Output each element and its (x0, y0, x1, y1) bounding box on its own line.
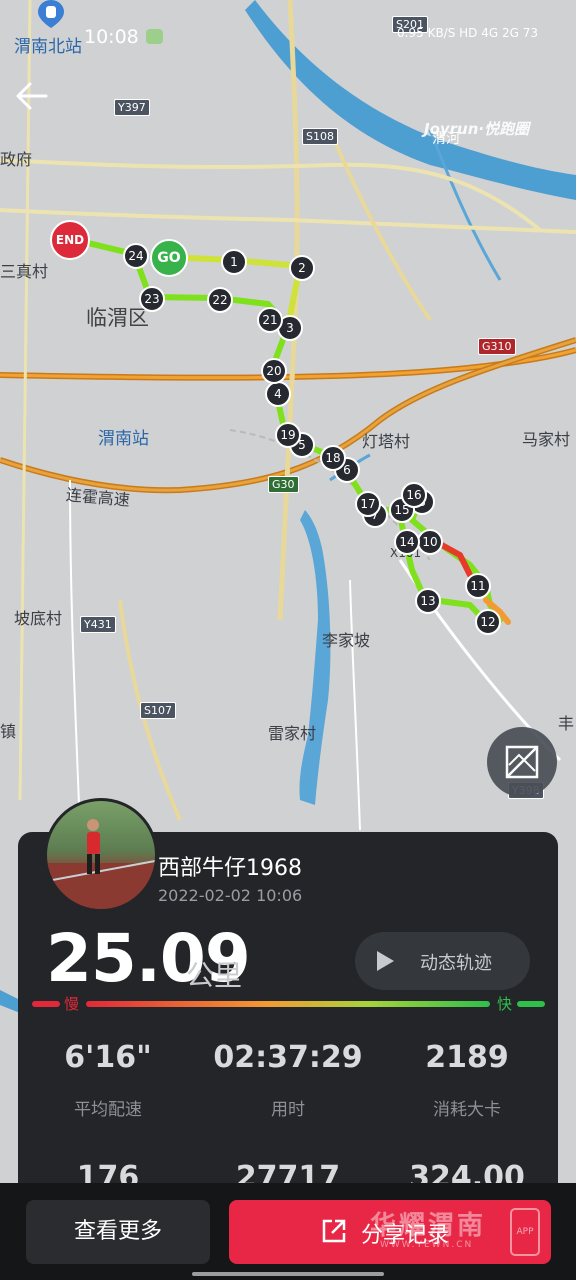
home-indicator[interactable] (192, 1272, 384, 1276)
stat-label: 用时 (271, 1100, 305, 1120)
map-label-majia-village: 马家村 (522, 430, 571, 449)
dynamic-track-label: 动态轨迹 (420, 953, 492, 974)
status-time: 10:08 (84, 26, 139, 48)
map-label-leijia-village: 雷家村 (268, 724, 317, 743)
distance-unit: 公里 (186, 959, 243, 992)
road-shield-s107: S107 (140, 702, 176, 719)
speed-legend-slow: 慢 (64, 995, 80, 1013)
km-marker-1: 1 (221, 249, 247, 275)
stat-value: 6'16" (64, 1040, 152, 1075)
km-marker-12: 12 (475, 609, 501, 635)
map-label-feng: 丰 (558, 714, 575, 733)
play-icon (377, 951, 394, 971)
dynamic-track-button[interactable]: 动态轨迹 (355, 932, 530, 990)
route-end-marker: END (50, 220, 90, 260)
status-bar: 10:08 0.95 KB/S HD 4G 2G 73 (0, 0, 576, 72)
map-label-weinan-station: 渭南站 (98, 429, 149, 449)
stat-calories: 2189 消耗大卡 (377, 1040, 557, 1120)
km-marker-20: 20 (261, 358, 287, 384)
joyrun-brand-watermark: Joyrun·悦跑圈 (424, 120, 530, 138)
map-label-town: 镇 (0, 722, 17, 741)
map-label-lijiapo: 李家坡 (322, 631, 371, 650)
speed-legend-fast-line (517, 1001, 545, 1007)
username: 西部牛仔1968 (158, 856, 302, 881)
km-marker-11: 11 (465, 573, 491, 599)
runner-photo (47, 819, 155, 909)
km-marker-18: 18 (320, 445, 346, 471)
km-marker-4: 4 (265, 381, 291, 407)
site-watermark: 华耀渭南 (370, 1211, 487, 1241)
km-marker-17: 17 (355, 491, 381, 517)
road-shield-g310: G310 (478, 338, 516, 355)
speed-legend-fast: 快 (497, 995, 513, 1013)
share-icon (322, 1219, 346, 1243)
app-watermark-icon: APP (510, 1208, 540, 1256)
run-datetime: 2022-02-02 10:06 (158, 886, 303, 905)
map-label-dengta-village: 灯塔村 (362, 432, 411, 451)
view-more-button[interactable]: 查看更多 (26, 1200, 210, 1264)
route-start-marker: GO (150, 239, 188, 277)
speed-gradient-bar (86, 1001, 490, 1007)
road-shield-s108: S108 (302, 128, 338, 145)
speed-legend-slow-line (32, 1001, 60, 1007)
site-watermark-url: WWW.YEWN.CN (380, 1240, 474, 1250)
km-marker-19: 19 (275, 422, 301, 448)
stat-label: 消耗大卡 (433, 1100, 501, 1120)
stat-avg-pace: 6'16" 平均配速 (18, 1040, 198, 1120)
map-label-sanzhen-village: 三真村 (0, 262, 49, 281)
road-shield-y397: Y397 (114, 99, 150, 116)
stat-label: 平均配速 (74, 1100, 142, 1120)
stat-duration: 02:37:29 用时 (198, 1040, 378, 1120)
avatar[interactable] (44, 798, 158, 912)
road-shield-g30: G30 (268, 476, 299, 493)
km-marker-13: 13 (415, 588, 441, 614)
back-arrow-icon[interactable] (12, 78, 52, 114)
km-marker-10: 10 (417, 529, 443, 555)
notification-icon (146, 29, 163, 44)
status-indicators: 0.95 KB/S HD 4G 2G 73 (397, 26, 538, 40)
km-marker-24: 24 (123, 243, 149, 269)
km-marker-22: 22 (207, 287, 233, 313)
map-layer-icon (505, 745, 539, 779)
km-marker-2: 2 (289, 255, 315, 281)
map-label-government: 政府 (0, 150, 33, 169)
km-marker-23: 23 (139, 286, 165, 312)
km-marker-16: 16 (401, 482, 427, 508)
stat-value: 2189 (425, 1040, 509, 1075)
train-station-icon (38, 0, 64, 28)
map-label-podi-village: 坡底村 (14, 609, 63, 628)
km-marker-21: 21 (257, 307, 283, 333)
map-label-linwei-district: 临渭区 (86, 306, 149, 330)
road-shield-y431: Y431 (80, 616, 116, 633)
map-style-toggle-button[interactable] (487, 727, 557, 797)
stat-value: 02:37:29 (213, 1040, 363, 1075)
km-marker-14: 14 (394, 529, 420, 555)
